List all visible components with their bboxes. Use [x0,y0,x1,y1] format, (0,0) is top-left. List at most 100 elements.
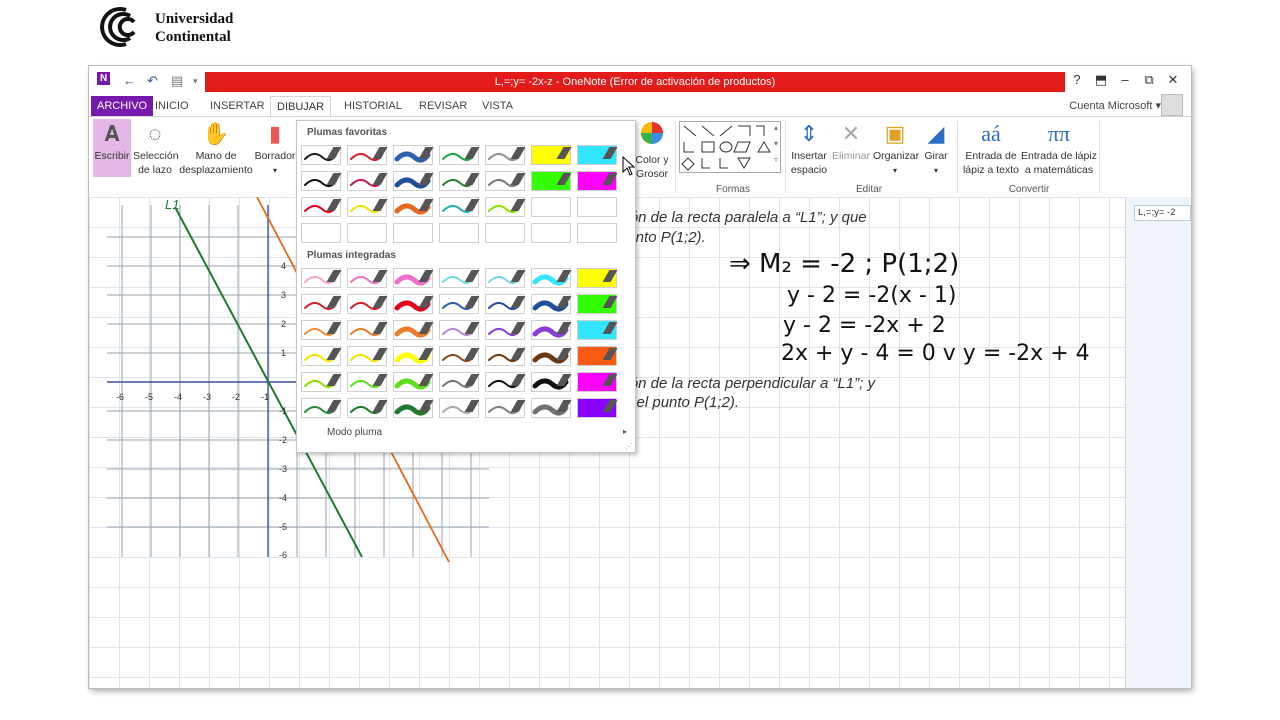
pen-swatch[interactable] [577,268,618,288]
pen-swatch[interactable] [531,320,572,340]
pen-mode-menu[interactable]: Modo pluma [327,427,382,438]
tab-vista[interactable]: VISTA [476,96,519,116]
rotate-button[interactable]: ◢ Girar ▾ [921,119,951,178]
pen-swatch[interactable] [393,398,434,418]
pen-swatch[interactable] [393,294,434,314]
tab-historial[interactable]: HISTORIAL [338,96,408,116]
pen-swatch[interactable] [347,320,388,340]
pen-swatch[interactable] [485,171,526,191]
pen-swatch[interactable] [577,145,618,165]
avatar[interactable] [1161,94,1183,116]
tab-dibujar[interactable]: DIBUJAR [270,96,332,117]
eraser-button[interactable]: ▮ Borrador ▾ [253,119,297,178]
pen-swatch[interactable] [439,346,480,366]
shapes-gallery[interactable]: ▴ ▾ ▿ [679,121,781,173]
pen-swatch[interactable] [439,294,480,314]
tab-inicio[interactable]: INICIO [149,96,195,116]
pen-swatch[interactable] [485,268,526,288]
pen-swatch[interactable] [485,372,526,392]
pen-swatch[interactable] [347,346,388,366]
shapes-scroll-down-icon[interactable]: ▾ [774,139,778,148]
resize-grip-icon[interactable]: ⋰ [625,442,633,451]
pen-swatch[interactable] [393,145,434,165]
pen-swatch[interactable] [531,372,572,392]
pen-swatch[interactable] [531,171,572,191]
pen-swatch[interactable] [577,294,618,314]
pen-swatch[interactable] [531,294,572,314]
pen-swatch[interactable] [347,145,388,165]
pen-swatch[interactable] [301,372,342,392]
pen-swatch[interactable] [439,171,480,191]
pen-swatch[interactable] [439,145,480,165]
pen-swatch[interactable] [485,398,526,418]
tab-revisar[interactable]: REVISAR [413,96,473,116]
customize-qat-icon[interactable]: ▾ [193,76,198,87]
pen-swatch[interactable] [439,320,480,340]
insert-space-button[interactable]: ⇕ Insertar espacio [789,119,829,177]
pen-swatch[interactable] [301,197,342,217]
pen-swatch[interactable] [485,145,526,165]
pen-swatch[interactable] [439,197,480,217]
pen-swatch[interactable] [577,398,618,418]
pen-swatch[interactable] [301,294,342,314]
pen-swatch[interactable] [347,398,388,418]
pen-swatch[interactable] [347,171,388,191]
pen-swatch[interactable] [577,372,618,392]
ink-to-math-button[interactable]: ππ Entrada de lápiz a matemáticas [1021,119,1097,177]
onenote-app-icon[interactable]: N [97,72,111,85]
page-tab[interactable]: L,=;y= -2 [1134,205,1191,221]
pen-swatch[interactable] [301,320,342,340]
help-button[interactable]: ? [1066,72,1088,87]
shapes-more-icon[interactable]: ▿ [774,155,778,164]
ink-to-text-button[interactable]: aá Entrada de lápiz a texto [961,119,1021,177]
pen-swatch[interactable] [485,294,526,314]
pen-swatch[interactable] [577,320,618,340]
restore-icon[interactable]: ⧉ [1138,72,1160,88]
color-thickness-button[interactable]: Color y Grosor [632,119,672,181]
pen-swatch[interactable] [301,171,342,191]
pen-swatch[interactable] [301,145,342,165]
panning-hand-button[interactable]: ✋ Mano de desplazamiento [179,119,253,177]
pen-swatch[interactable] [531,398,572,418]
pen-swatch[interactable] [301,268,342,288]
pen-swatch[interactable] [301,346,342,366]
eraser-dropdown-icon[interactable]: ▾ [273,166,277,175]
pen-swatch[interactable] [347,268,388,288]
tab-archivo[interactable]: ARCHIVO [91,96,154,116]
undo-icon[interactable]: ↶ [147,73,158,89]
pen-swatch[interactable] [439,372,480,392]
pen-swatch[interactable] [393,197,434,217]
pen-swatch[interactable] [531,268,572,288]
pen-swatch[interactable] [301,398,342,418]
pen-swatch[interactable] [393,372,434,392]
pen-swatch[interactable] [485,197,526,217]
pen-swatch[interactable] [439,398,480,418]
pen-swatch[interactable] [393,268,434,288]
delete-button[interactable]: ✕ Eliminar [831,119,871,163]
pen-swatch[interactable] [577,346,618,366]
arrange-button[interactable]: ▣ Organizar ▾ [873,119,919,178]
pen-swatch[interactable] [347,372,388,392]
shapes-scroll-up-icon[interactable]: ▴ [774,123,778,132]
pen-swatch[interactable] [531,145,572,165]
rotate-dropdown-icon[interactable]: ▾ [934,166,938,175]
escribir-button[interactable]: 𝐀 Escribir [93,119,131,177]
pen-swatch[interactable] [531,346,572,366]
pen-swatch[interactable] [347,197,388,217]
pen-swatch[interactable] [347,294,388,314]
pen-swatch[interactable] [439,268,480,288]
pen-swatch[interactable] [393,320,434,340]
arrange-dropdown-icon[interactable]: ▾ [893,166,897,175]
minimize-icon[interactable]: – [1114,72,1136,87]
tab-insertar[interactable]: INSERTAR [204,96,271,116]
ribbon-display-icon[interactable]: ⬒ [1090,72,1112,88]
back-icon[interactable]: ← [123,73,136,88]
pen-swatch[interactable] [393,171,434,191]
lasso-select-button[interactable]: ◌ Selección de lazo [133,119,179,177]
account-menu[interactable]: Cuenta Microsoft ▾ [1069,96,1161,116]
pen-swatch[interactable] [577,171,618,191]
dock-icon[interactable]: ▤ [171,73,183,89]
close-icon[interactable]: ✕ [1162,72,1184,88]
pen-swatch[interactable] [485,346,526,366]
pen-swatch[interactable] [485,320,526,340]
